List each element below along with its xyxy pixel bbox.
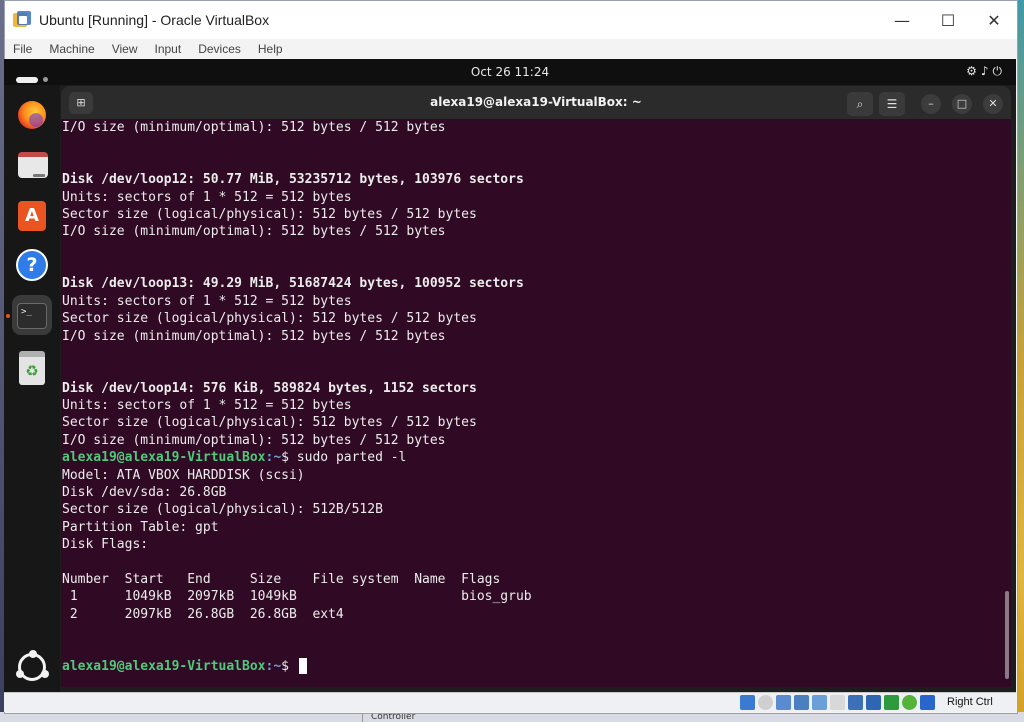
- cpu-activity-icon[interactable]: [884, 695, 899, 710]
- show-apps-ubuntu-icon[interactable]: [16, 650, 49, 681]
- mouse-integration-icon[interactable]: [902, 695, 917, 710]
- keyboard-capture-icon[interactable]: [920, 695, 935, 710]
- terminal-icon: >_: [17, 303, 47, 329]
- ubuntu-dock: A ? >_ ♻: [4, 85, 60, 692]
- hamburger-menu-button[interactable]: ☰: [879, 92, 905, 116]
- vbox-titlebar: Ubuntu [Running] - Oracle VirtualBox — ☐…: [5, 1, 1017, 39]
- vbox-status-bar: Right Ctrl: [4, 692, 1016, 712]
- terminal-line: Model: ATA VBOX HARDDISK (scsi): [62, 467, 305, 483]
- menu-machine[interactable]: Machine: [49, 42, 94, 56]
- maximize-button[interactable]: ☐: [925, 1, 971, 39]
- trash-icon: ♻: [19, 351, 45, 385]
- terminal-scrollbar[interactable]: [1005, 591, 1009, 679]
- command-text: sudo parted -l: [288, 450, 407, 466]
- prompt-symbol: $: [281, 658, 289, 674]
- terminal-line: Sector size (logical/physical): 512 byte…: [62, 311, 477, 327]
- usb-icon[interactable]: [812, 695, 827, 710]
- close-button[interactable]: ✕: [971, 1, 1017, 39]
- terminal-line: Number Start End Size File system Name F…: [62, 571, 501, 587]
- minimize-button[interactable]: —: [879, 1, 925, 39]
- terminal-line: Units: sectors of 1 * 512 = 512 bytes: [62, 293, 352, 309]
- clock[interactable]: Oct 26 11:24: [4, 65, 1016, 79]
- menu-file[interactable]: File: [13, 42, 32, 56]
- menu-help[interactable]: Help: [258, 42, 283, 56]
- terminal-line: I/O size (minimum/optimal): 512 bytes / …: [62, 432, 446, 448]
- terminal-line: Disk /dev/loop14: 576 KiB, 589824 bytes,…: [62, 380, 477, 396]
- terminal-headerbar: ⊞ alexa19@alexa19-VirtualBox: ~ ⌕ ☰ – □ …: [61, 86, 1011, 119]
- terminal-close-button[interactable]: ✕: [983, 94, 1003, 114]
- optical-drive-icon[interactable]: [758, 695, 773, 710]
- prompt-user: alexa19@alexa19-VirtualBox: [62, 658, 266, 674]
- terminal-line: Disk /dev/sda: 26.8GB: [62, 484, 227, 500]
- terminal-minimize-button[interactable]: –: [921, 94, 941, 114]
- terminal-line: I/O size (minimum/optimal): 512 bytes / …: [62, 224, 446, 240]
- dock-app-center[interactable]: A: [12, 195, 52, 235]
- gnome-top-bar: Oct 26 11:24 ⚙♪⏻: [4, 59, 1016, 85]
- audio-icon[interactable]: [776, 695, 791, 710]
- terminal-line: Sector size (logical/physical): 512 byte…: [62, 415, 477, 431]
- terminal-line: Sector size (logical/physical): 512 byte…: [62, 206, 477, 222]
- terminal-line: Sector size (logical/physical): 512B/512…: [62, 502, 383, 518]
- terminal-prompt-line: alexa19@alexa19-VirtualBox:~$ sudo parte…: [62, 449, 1005, 466]
- menu-view[interactable]: View: [112, 42, 138, 56]
- prompt-user: alexa19@alexa19-VirtualBox: [62, 450, 266, 466]
- search-button[interactable]: ⌕: [847, 92, 873, 116]
- firefox-icon: [18, 101, 46, 129]
- terminal-line: 2 2097kB 26.8GB 26.8GB ext4: [62, 606, 344, 622]
- vbox-menubar: File Machine View Input Devices Help: [5, 39, 1017, 59]
- terminal-maximize-button[interactable]: □: [952, 94, 972, 114]
- network-icon[interactable]: [794, 695, 809, 710]
- system-tray[interactable]: ⚙♪⏻: [966, 64, 1006, 79]
- terminal-line: I/O size (minimum/optimal): 512 bytes / …: [62, 328, 446, 344]
- prompt-path: :~: [265, 658, 282, 674]
- guest-display[interactable]: Oct 26 11:24 ⚙♪⏻ A ? >_ ♻ ⊞ alexa19@alex…: [4, 59, 1016, 692]
- menu-devices[interactable]: Devices: [198, 42, 241, 56]
- terminal-prompt-line: alexa19@alexa19-VirtualBox:~$: [62, 658, 1005, 675]
- dock-trash[interactable]: ♻: [12, 347, 52, 387]
- prompt-symbol: $: [281, 450, 289, 466]
- display-icon[interactable]: [848, 695, 863, 710]
- status-device-icons: [740, 695, 938, 710]
- terminal-line: I/O size (minimum/optimal): 512 bytes / …: [62, 120, 446, 135]
- terminal-line: Disk /dev/loop13: 49.29 MiB, 51687424 by…: [62, 276, 524, 292]
- prompt-path: :~: [265, 450, 282, 466]
- app-center-icon: A: [18, 201, 46, 231]
- dock-help[interactable]: ?: [12, 245, 52, 285]
- vbox-window-title: Ubuntu [Running] - Oracle VirtualBox: [39, 12, 270, 28]
- command-text: [289, 659, 297, 674]
- dock-terminal[interactable]: >_: [12, 295, 52, 335]
- terminal-line: Units: sectors of 1 * 512 = 512 bytes: [62, 189, 352, 205]
- terminal-line: Disk Flags:: [62, 537, 149, 552]
- shared-folders-icon[interactable]: [830, 695, 845, 710]
- terminal-line: Partition Table: gpt: [62, 519, 219, 535]
- dock-files[interactable]: [12, 145, 52, 185]
- terminal-running-indicator: [6, 314, 10, 318]
- terminal-window[interactable]: ⊞ alexa19@alexa19-VirtualBox: ~ ⌕ ☰ – □ …: [61, 86, 1011, 687]
- hard-disk-icon[interactable]: [740, 695, 755, 710]
- host-key-label: Right Ctrl: [947, 696, 993, 708]
- menu-input[interactable]: Input: [155, 42, 182, 56]
- terminal-line: Disk /dev/loop12: 50.77 MiB, 53235712 by…: [62, 172, 524, 188]
- dock-firefox[interactable]: [12, 95, 52, 135]
- files-icon: [18, 152, 48, 178]
- text-cursor: [298, 658, 307, 675]
- help-icon: ?: [16, 249, 48, 281]
- terminal-line: Units: sectors of 1 * 512 = 512 bytes: [62, 398, 352, 413]
- recording-icon[interactable]: [866, 695, 881, 710]
- virtualbox-app-icon: [13, 11, 31, 29]
- terminal-line: 1 1049kB 2097kB 1049kB bios_grub: [62, 589, 532, 605]
- terminal-output[interactable]: I/O size (minimum/optimal): 512 bytes / …: [61, 119, 1005, 687]
